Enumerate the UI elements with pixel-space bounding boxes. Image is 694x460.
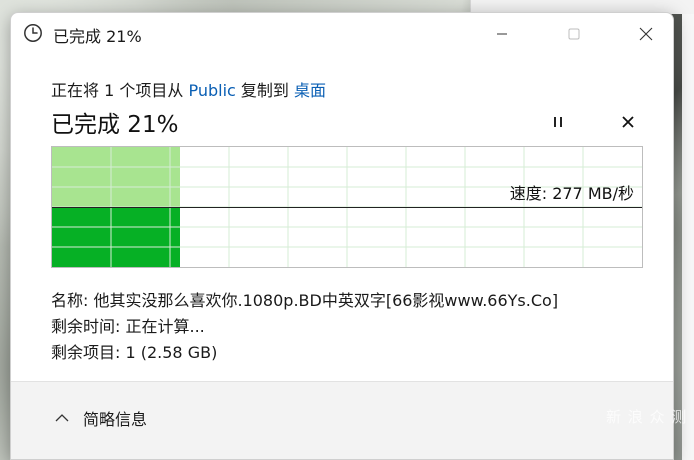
- progress-heading: 已完成 21%: [51, 112, 179, 138]
- destination-folder-link[interactable]: 桌面: [294, 81, 326, 100]
- background-window-edge-right: [682, 14, 694, 460]
- chevron-up-icon: [55, 414, 69, 422]
- copy-prefix: 正在将 1 个项目从: [51, 81, 189, 100]
- dialog-footer: 简略信息: [11, 381, 673, 459]
- close-window-button[interactable]: [623, 13, 669, 55]
- pause-button[interactable]: [547, 111, 569, 133]
- maximize-button[interactable]: [551, 13, 597, 55]
- copy-description: 正在将 1 个项目从 Public 复制到 桌面: [51, 77, 326, 101]
- maximize-icon: [568, 28, 580, 40]
- speed-line: [52, 207, 642, 208]
- copy-progress-dialog: 已完成 21% 正在将 1 个项目从 Public 复制到 桌面 已完成 21%: [10, 12, 674, 460]
- source-folder-link[interactable]: Public: [188, 81, 235, 100]
- items-remaining: 剩余项目: 1 (2.58 GB): [51, 343, 218, 362]
- fewer-details-label: 简略信息: [83, 410, 148, 429]
- window-title: 已完成 21%: [53, 27, 142, 46]
- copy-middle: 复制到: [235, 81, 294, 100]
- transfer-speed-graph: 速度: 277 MB/秒: [51, 146, 643, 268]
- close-icon: [639, 27, 653, 41]
- clock-icon: [23, 23, 43, 43]
- minimize-icon: [497, 33, 507, 35]
- pause-icon: [554, 117, 562, 127]
- title-bar[interactable]: 已完成 21%: [11, 13, 673, 55]
- file-name: 名称: 他其实没那么喜欢你.1080p.BD中英双字[66影视www.66Ys.…: [51, 291, 559, 310]
- speed-label: 速度: 277 MB/秒: [509, 184, 634, 203]
- cancel-button[interactable]: [617, 111, 639, 133]
- close-icon: [622, 116, 634, 128]
- watermark: 新 浪 众 测: [606, 408, 688, 426]
- minimize-button[interactable]: [479, 13, 525, 55]
- fewer-details-button[interactable]: 简略信息: [55, 406, 147, 430]
- time-remaining: 剩余时间: 正在计算...: [51, 317, 205, 336]
